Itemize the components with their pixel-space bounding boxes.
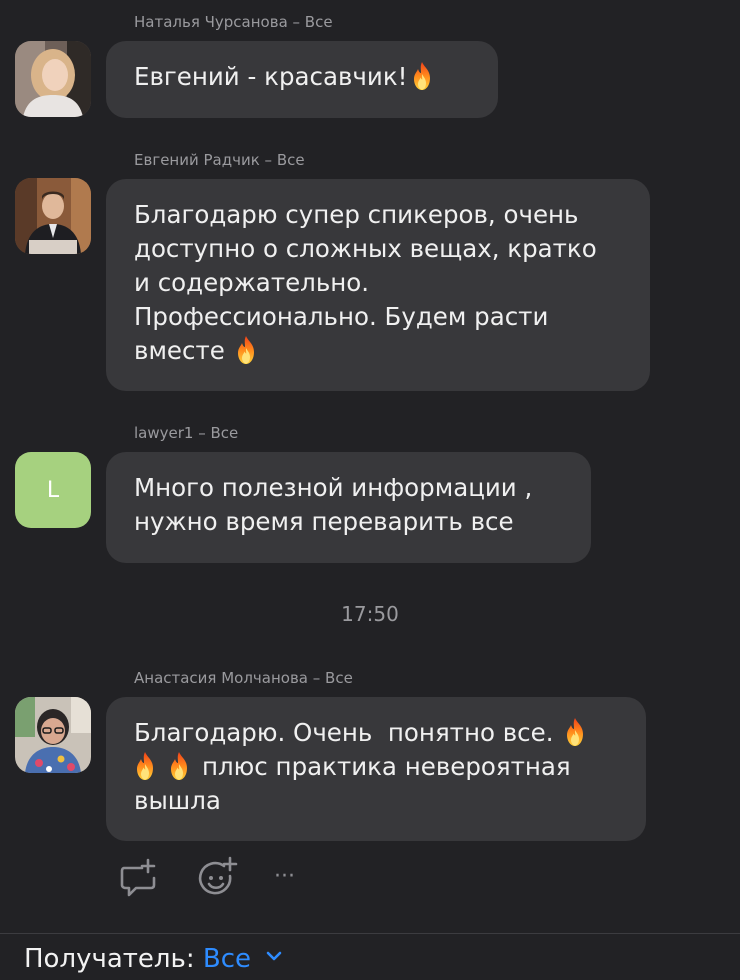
message-bubble[interactable]: Благодарю супер спикеров, очень доступно… [106, 179, 650, 391]
message-line: и содержательно. [134, 268, 370, 297]
recipient-value[interactable]: Все [203, 944, 251, 974]
message-line: Благодарю супер спикеров, очень [134, 200, 579, 229]
divider [0, 933, 740, 934]
emoji-add-icon[interactable] [196, 856, 242, 902]
photo-avatar-woman-glasses-icon [15, 697, 91, 773]
message-line: вышла [134, 786, 221, 815]
message-bubble[interactable]: Благодарю. Очень понятно все. плюс практ… [106, 697, 646, 841]
fire-emoji-icon [134, 751, 156, 781]
recipient-label: Получатель: [24, 944, 195, 974]
message-sender: Наталья Чурсанова – Все [134, 13, 333, 31]
message-line: Профессионально. Будем расти [134, 302, 549, 331]
more-icon: ··· [274, 864, 295, 889]
comment-add-icon[interactable] [118, 856, 164, 902]
message-line: Много полезной информации , [134, 473, 533, 502]
more-options-button[interactable]: ··· [270, 856, 310, 902]
message-line: нужно время переварить все [134, 507, 514, 536]
photo-avatar-man-suit-icon [15, 178, 91, 254]
message-sender: lawyer1 – Все [134, 424, 239, 442]
timestamp: 17:50 [341, 602, 399, 626]
message-bubble[interactable]: Много полезной информации , нужно время … [106, 452, 591, 563]
message-line: вместе [134, 334, 622, 368]
avatar[interactable] [15, 697, 91, 773]
message-line: Евгений - красавчик! [134, 60, 470, 94]
avatar[interactable]: L [15, 452, 91, 528]
avatar[interactable] [15, 41, 91, 117]
fire-emoji-icon [235, 335, 257, 365]
message-line: доступно о сложных вещах, кратко [134, 234, 597, 263]
message-sender: Анастасия Молчанова – Все [134, 669, 353, 687]
fire-emoji-icon [564, 717, 586, 747]
message-line: Благодарю. Очень понятно все. [134, 716, 618, 750]
recipient-selector[interactable]: Получатель: Все [24, 944, 283, 974]
message-bubble[interactable]: Евгений - красавчик! [106, 41, 498, 118]
avatar[interactable] [15, 178, 91, 254]
chevron-down-icon[interactable] [265, 949, 283, 963]
avatar-letter: L [46, 477, 60, 503]
fire-emoji-icon [168, 751, 190, 781]
fire-emoji-icon [411, 61, 433, 91]
message-line: плюс практика невероятная [134, 750, 618, 784]
photo-avatar-woman-blonde-icon [15, 41, 91, 117]
message-sender: Евгений Радчик – Все [134, 151, 305, 169]
